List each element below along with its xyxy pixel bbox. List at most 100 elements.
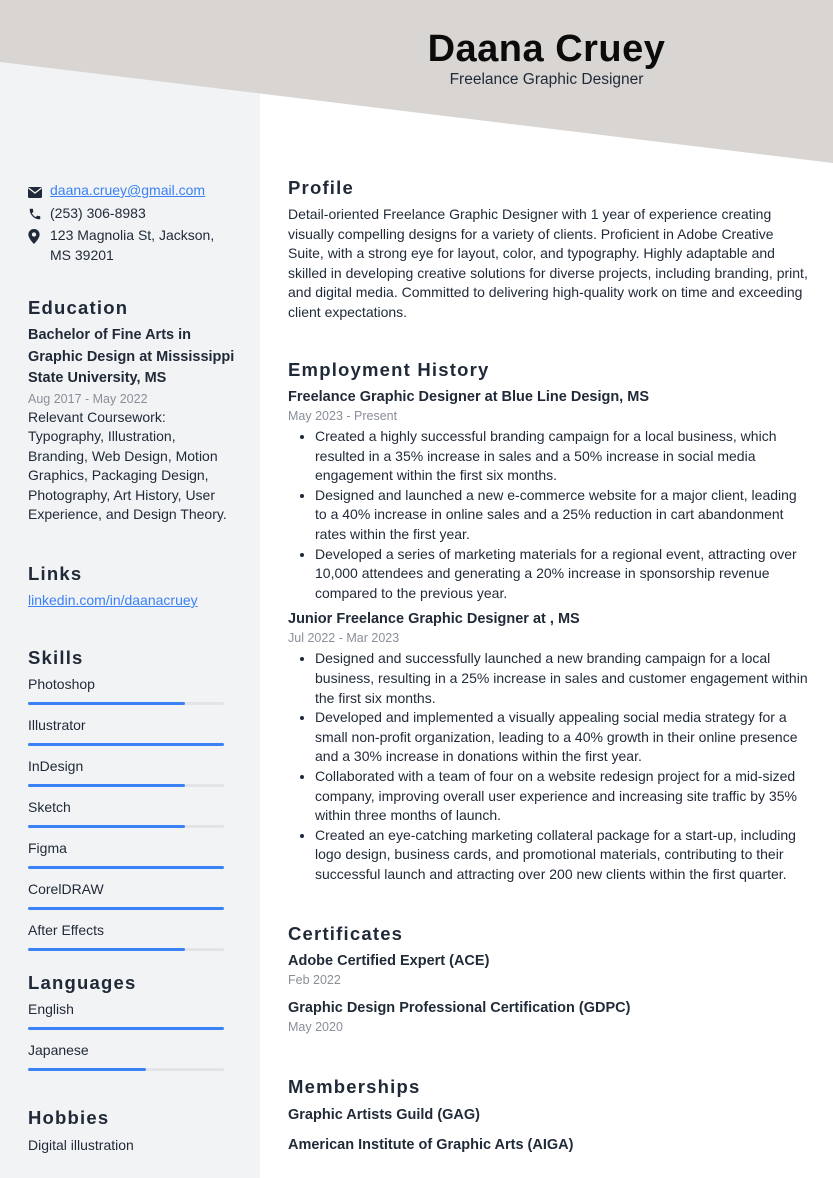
- level-bar: [28, 743, 224, 746]
- languages-item: Japanese: [28, 1041, 238, 1071]
- profile-text: Detail-oriented Freelance Graphic Design…: [288, 206, 808, 320]
- level-bar-fill: [28, 1068, 146, 1071]
- education-dates: Aug 2017 - May 2022: [28, 391, 148, 406]
- skills-name: InDesign: [28, 758, 84, 774]
- certificate-item: Graphic Design Professional Certificatio…: [288, 998, 808, 1036]
- memberships-heading: Memberships: [288, 1076, 421, 1097]
- skills-list: Photoshop Illustrator InDesign Sketch Figma C…: [28, 675, 238, 951]
- certificate-name: Graphic Design Professional Certificatio…: [288, 1000, 631, 1016]
- skills-item: After Effects: [28, 921, 238, 951]
- employment-heading: Employment History: [288, 359, 490, 380]
- level-bar: [28, 1027, 224, 1030]
- memberships-list: Graphic Artists Guild (GAG) American Inst…: [288, 1105, 808, 1155]
- membership-item: American Institute of Graphic Arts (AIGA…: [288, 1137, 574, 1153]
- level-bar: [28, 825, 224, 828]
- skills-item: Illustrator: [28, 716, 238, 746]
- job-title: Freelance Graphic Designer at Blue Line …: [288, 389, 649, 405]
- education-heading: Education: [28, 297, 129, 318]
- job-bullet: Developed a series of marketing material…: [315, 545, 808, 604]
- job-bullet: Created an eye-catching marketing collat…: [315, 826, 808, 885]
- languages-list: English Japanese: [28, 1000, 238, 1071]
- skills-name: Sketch: [28, 799, 71, 815]
- languages-heading: Languages: [28, 972, 137, 993]
- contact-phone: (253) 306-8983: [28, 204, 238, 227]
- job-bullet: Designed and successfully launched a new…: [315, 649, 808, 708]
- level-bar-fill: [28, 907, 224, 910]
- certificates-section: Certificates Adobe Certified Expert (ACE…: [288, 922, 808, 1036]
- level-bar-fill: [28, 825, 185, 828]
- job-bullet: Created a highly successful branding cam…: [315, 427, 808, 486]
- level-bar: [28, 907, 224, 910]
- level-bar: [28, 702, 224, 705]
- languages-name: Japanese: [28, 1042, 89, 1058]
- languages-item: English: [28, 1000, 238, 1030]
- job-entry: Freelance Graphic Designer at Blue Line …: [288, 387, 808, 603]
- education-description: Relevant Coursework: Typography, Illustr…: [28, 408, 227, 523]
- education-degree: Bachelor of Fine Arts in Graphic Design …: [28, 327, 235, 386]
- profile-section: Profile Detail-oriented Freelance Graphi…: [288, 176, 808, 323]
- certificate-item: Adobe Certified Expert (ACE) Feb 2022: [288, 951, 808, 989]
- level-bar-fill: [28, 948, 185, 951]
- skills-item: CorelDRAW: [28, 880, 238, 910]
- skills-name: Photoshop: [28, 676, 95, 692]
- job-title: Junior Freelance Graphic Designer at , M…: [288, 611, 580, 628]
- jobs-list: Freelance Graphic Designer at Blue Line …: [288, 387, 808, 884]
- memberships-section: Memberships Graphic Artists Guild (GAG) A…: [288, 1075, 808, 1155]
- certificate-date: May 2020: [288, 1020, 343, 1034]
- skills-item: InDesign: [28, 757, 238, 787]
- links-heading: Links: [28, 563, 83, 584]
- email-link[interactable]: daana.cruey@gmail.com: [50, 181, 205, 201]
- level-bar: [28, 1068, 224, 1071]
- linkedin-link[interactable]: linkedin.com/in/daanacruey: [28, 592, 198, 608]
- skills-item: Photoshop: [28, 675, 238, 705]
- job-bullet: Developed and implemented a visually app…: [315, 708, 808, 767]
- envelope-icon: [28, 181, 50, 204]
- certificates-list: Adobe Certified Expert (ACE) Feb 2022 Grap…: [288, 951, 808, 1036]
- skills-name: CorelDRAW: [28, 881, 104, 897]
- certificates-heading: Certificates: [288, 923, 404, 944]
- job-bullet: Designed and launched a new e-commerce w…: [315, 486, 808, 545]
- skills-name: Illustrator: [28, 717, 86, 733]
- profile-heading: Profile: [288, 177, 354, 198]
- skills-item: Figma: [28, 839, 238, 869]
- job-bullets: Designed and successfully launched a new…: [288, 649, 808, 884]
- education-section: Education Bachelor of Fine Arts in Graph…: [28, 296, 238, 525]
- job-dates: Jul 2022 - Mar 2023: [288, 631, 400, 646]
- hobbies-heading: Hobbies: [28, 1107, 110, 1128]
- skills-item: Sketch: [28, 798, 238, 828]
- contact-block: daana.cruey@gmail.com (253) 306-8983 123…: [28, 181, 238, 265]
- job-bullet: Collaborated with a team of four on a we…: [315, 767, 808, 826]
- address-text: 123 Magnolia St, Jackson, MS 39201: [50, 227, 215, 263]
- skills-name: After Effects: [28, 922, 104, 938]
- skills-name: Figma: [28, 840, 67, 856]
- employment-section: Employment History Freelance Graphic Des…: [288, 358, 808, 884]
- level-bar: [28, 948, 224, 951]
- certificate-date: Feb 2022: [288, 973, 341, 987]
- hobbies-section: Hobbies Digital illustration: [28, 1106, 238, 1156]
- membership-item: Graphic Artists Guild (GAG): [288, 1107, 481, 1123]
- hobby-item: Digital illustration: [28, 1137, 134, 1153]
- languages-name: English: [28, 1001, 74, 1017]
- level-bar-fill: [28, 784, 185, 787]
- level-bar-fill: [28, 1027, 224, 1030]
- level-bar-fill: [28, 743, 224, 746]
- skills-heading: Skills: [28, 647, 84, 668]
- map-pin-icon: [28, 226, 50, 250]
- languages-section: Languages English Japanese: [28, 971, 238, 1082]
- phone-number: (253) 306-8983: [50, 204, 146, 221]
- phone-icon: [28, 204, 50, 227]
- level-bar-fill: [28, 866, 224, 869]
- candidate-title: Freelance Graphic Designer: [449, 71, 644, 88]
- level-bar-fill: [28, 702, 185, 705]
- level-bar: [28, 784, 224, 787]
- job-dates: May 2023 - Present: [288, 409, 398, 423]
- job-entry: Junior Freelance Graphic Designer at , M…: [288, 609, 808, 884]
- contact-email: daana.cruey@gmail.com: [28, 181, 238, 204]
- skills-section: Skills Photoshop Illustrator InDesign Sketc…: [28, 646, 238, 962]
- certificate-name: Adobe Certified Expert (ACE): [288, 953, 490, 969]
- candidate-name: Daana Cruey: [427, 28, 666, 70]
- links-section: Links linkedin.com/in/daanacruey: [28, 562, 238, 611]
- level-bar: [28, 866, 224, 869]
- contact-address: 123 Magnolia St, Jackson, MS 39201: [28, 226, 238, 265]
- job-bullets: Created a highly successful branding cam…: [288, 427, 808, 603]
